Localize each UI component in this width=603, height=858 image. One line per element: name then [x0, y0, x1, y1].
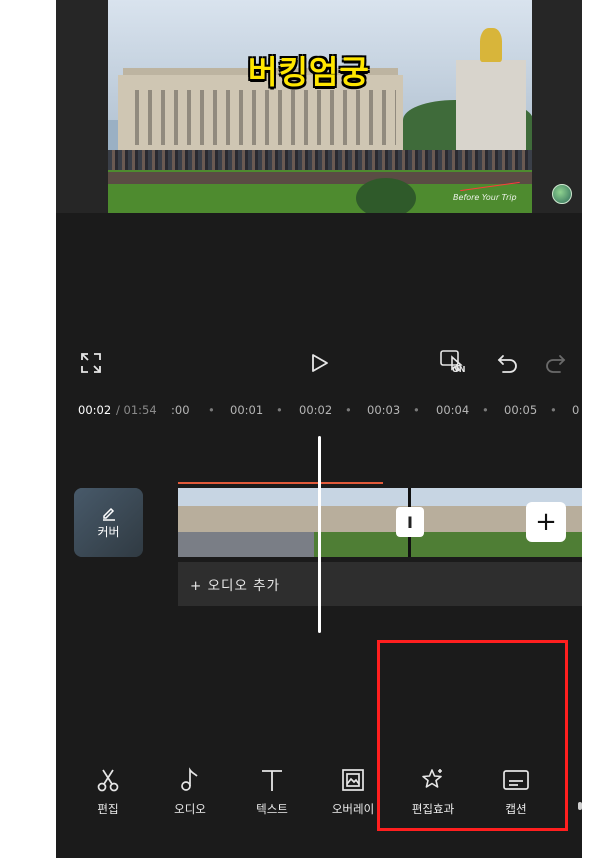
- ruler-dot: •: [345, 403, 352, 417]
- play-icon[interactable]: [304, 345, 334, 381]
- toolbar-item-label: 오버레이: [331, 802, 375, 816]
- ruler-dot: •: [208, 403, 215, 417]
- undo-icon[interactable]: [493, 345, 523, 381]
- cover-label: 커버: [97, 525, 120, 539]
- text-icon: [257, 765, 287, 795]
- clip-thumbnail: [314, 488, 382, 557]
- scene-monument-statue: [480, 28, 502, 62]
- pencil-icon: [102, 507, 115, 521]
- redo-icon[interactable]: [540, 345, 570, 381]
- globe-icon: [552, 184, 572, 204]
- preview-toggle-label: ON: [452, 365, 466, 374]
- video-frame[interactable]: 버킹엄궁 Before Your Trip: [108, 0, 532, 213]
- clip-thumbnail: [178, 488, 246, 557]
- clip-thumbnail: [450, 488, 518, 557]
- toolbar-item-label: 편집: [97, 802, 119, 816]
- video-clip-track[interactable]: [178, 488, 582, 557]
- scene-palace-windows: [126, 90, 396, 145]
- ruler-tick: :00: [171, 403, 190, 417]
- preview-spacer: [56, 213, 582, 343]
- ruler-tick: 00:03: [367, 403, 401, 417]
- fullscreen-icon[interactable]: [76, 345, 106, 381]
- scissors-icon: [93, 765, 123, 795]
- scene-road: [108, 172, 532, 184]
- playback-controls: ON: [56, 345, 582, 381]
- playhead[interactable]: [318, 436, 321, 633]
- ruler-dot: •: [482, 403, 489, 417]
- overlay-icon: [338, 765, 368, 795]
- music-note-icon: [175, 765, 205, 795]
- preview-toggle-button[interactable]: ON: [436, 345, 470, 381]
- video-watermark: Before Your Trip: [453, 193, 517, 202]
- toolbar-item-audio[interactable]: 오디오: [155, 765, 225, 817]
- toolbar-item-text[interactable]: 텍스트: [237, 765, 307, 817]
- toolbar-item-label: 텍스트: [256, 802, 288, 816]
- timeline-ruler[interactable]: 00:02 / 01:54 :00 • 00:01 • 00:02 • 00:0…: [56, 398, 582, 420]
- current-time: 00:02: [78, 403, 112, 417]
- toolbar-overflow-hint: [578, 802, 582, 810]
- ruler-tick: 00:01: [230, 403, 264, 417]
- highlight-box: [377, 640, 568, 831]
- cover-button[interactable]: 커버: [74, 488, 143, 557]
- clip-thumbnail: [246, 488, 314, 557]
- cover-overlay: 커버: [74, 488, 143, 557]
- scene-crowd: [108, 150, 532, 170]
- add-audio-label: + 오디오 추가: [190, 578, 280, 594]
- ruler-tick: 00:04: [436, 403, 470, 417]
- scene-bush: [356, 178, 416, 213]
- ruler-dot: •: [276, 403, 283, 417]
- add-audio-button[interactable]: + 오디오 추가: [178, 562, 582, 606]
- ruler-tick: 00:02: [299, 403, 333, 417]
- ruler-dot: •: [413, 403, 420, 417]
- toolbar-item-label: 오디오: [174, 802, 206, 816]
- toolbar-item-edit[interactable]: 편집: [73, 765, 143, 817]
- total-time: / 01:54: [116, 403, 157, 417]
- ruler-tick: 00:05: [504, 403, 538, 417]
- ruler-dot: •: [550, 403, 557, 417]
- ruler-tick: 0: [572, 403, 580, 417]
- clip-progress-marker: [178, 482, 383, 484]
- transition-button[interactable]: I: [396, 507, 424, 537]
- add-clip-button[interactable]: +: [526, 502, 566, 542]
- video-caption-text: 버킹엄궁: [248, 53, 370, 91]
- video-preview-area: 버킹엄궁 Before Your Trip: [56, 0, 582, 213]
